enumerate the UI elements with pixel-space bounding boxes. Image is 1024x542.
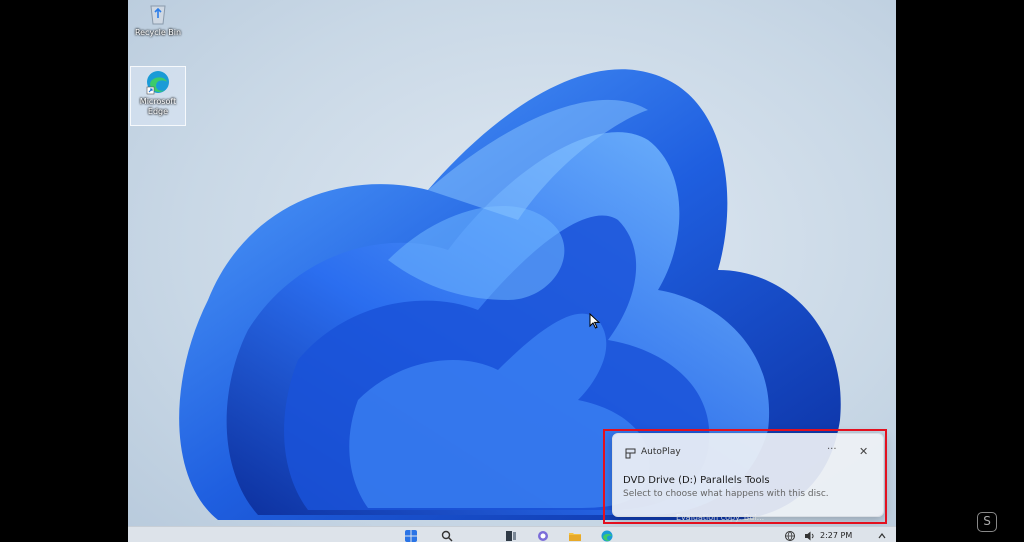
desktop-icon-label: Microsoft Edge [139,97,177,116]
taskbar-clock[interactable]: 2:27 PM [820,531,852,540]
autoplay-icon [625,448,636,459]
recycle-bin-icon [150,5,166,25]
file-explorer-icon[interactable] [569,530,581,542]
channel-logo-icon: S [977,512,997,532]
edge-icon[interactable] [601,530,613,542]
notification-title: DVD Drive (D:) Parallels Tools [623,475,770,486]
search-icon[interactable] [441,530,453,542]
notification-body: Select to choose what happens with this … [623,489,829,499]
taskbar: 2:27 PM [128,526,896,542]
autoplay-notification[interactable]: AutoPlay ··· ✕ DVD Drive (D:) Parallels … [612,433,884,517]
start-icon[interactable] [405,530,417,542]
desktop-icon-label: Recycle Bin [134,28,182,37]
more-options-button[interactable]: ··· [827,444,837,455]
desktop-icon-recycle-bin[interactable]: Recycle Bin [130,0,186,38]
notifications-chevron-icon[interactable] [876,530,888,542]
mouse-cursor-icon [589,313,601,329]
desktop-icon-microsoft-edge[interactable]: Microsoft Edge [130,66,186,126]
desktop-screen: Recycle Bin Microsoft Edge Evaluation co… [128,0,896,542]
edge-icon [146,71,169,95]
chat-icon[interactable] [537,530,549,542]
close-notification-button[interactable]: ✕ [859,445,868,458]
task-view-icon[interactable] [505,530,517,542]
volume-icon[interactable] [804,530,816,542]
notification-app-name: AutoPlay [641,447,681,457]
network-globe-icon[interactable] [784,530,796,542]
